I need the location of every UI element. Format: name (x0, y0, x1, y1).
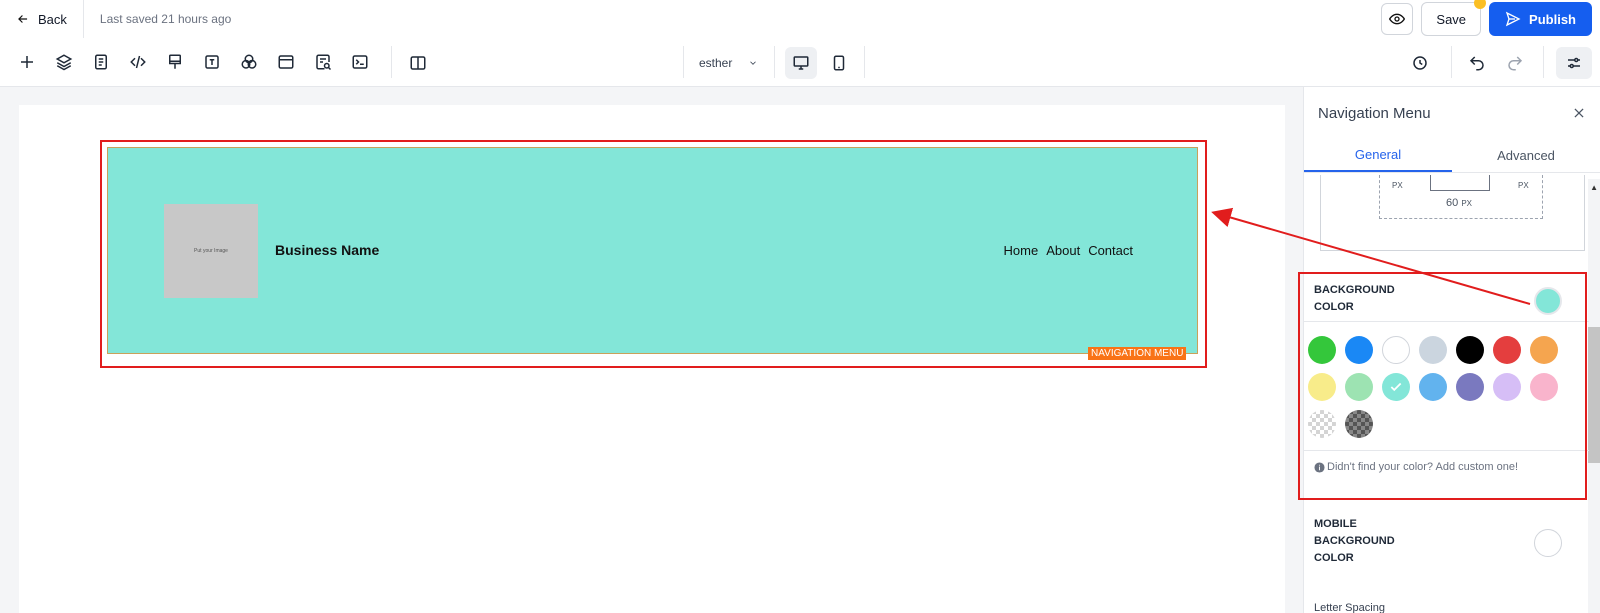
background-color-highlight-annotation (1298, 272, 1587, 500)
undo-button[interactable] (1461, 47, 1493, 79)
scroll-up-icon[interactable]: ▲ (1590, 183, 1598, 192)
close-icon[interactable] (1572, 106, 1586, 120)
last-saved-text: Last saved 21 hours ago (99, 12, 232, 26)
page-selector-value: esther (699, 55, 733, 70)
layers-icon (55, 54, 72, 71)
back-label: Back (38, 11, 67, 27)
split-view-button[interactable] (402, 47, 434, 79)
history-button[interactable] (1404, 47, 1436, 79)
tab-advanced[interactable]: Advanced (1452, 139, 1600, 172)
section-button[interactable] (267, 38, 304, 87)
brush-icon (168, 54, 181, 69)
padding-bottom-value[interactable]: 60 PX (1446, 197, 1472, 209)
publish-button[interactable]: Publish (1489, 2, 1592, 36)
eye-icon (1389, 13, 1406, 25)
history-icon (1413, 56, 1427, 70)
seo-button[interactable] (304, 38, 341, 87)
editor-toolbar: esther (0, 38, 1600, 87)
panel-title: Navigation Menu (1318, 104, 1431, 122)
styles-button[interactable] (156, 38, 193, 87)
page-selector[interactable]: esther (699, 38, 758, 87)
panel-tabs: General Advanced (1304, 139, 1600, 173)
undo-icon (1469, 56, 1484, 71)
letter-spacing-label: Letter Spacing (1314, 602, 1385, 613)
pages-button[interactable] (82, 38, 119, 87)
split-view-icon (410, 56, 426, 70)
page-icon (94, 54, 107, 70)
save-label: Save (1436, 11, 1467, 27)
add-element-button[interactable] (8, 38, 45, 87)
back-button[interactable]: Back (0, 0, 83, 38)
page-search-icon (315, 54, 331, 71)
unsaved-indicator (1474, 0, 1487, 9)
divider (864, 46, 865, 78)
terminal-button[interactable] (341, 38, 378, 87)
panel-header: Navigation Menu (1304, 87, 1600, 139)
code-icon (129, 55, 146, 69)
shapes-button[interactable] (230, 38, 267, 87)
terminal-icon (352, 55, 367, 69)
mobile-background-color-preview[interactable] (1534, 529, 1562, 557)
divider (1543, 46, 1544, 78)
publish-label: Publish (1529, 11, 1576, 27)
divider (683, 46, 684, 78)
text-icon (204, 55, 219, 69)
layers-button[interactable] (45, 38, 82, 87)
padding-box: PX PX 60 PX (1379, 175, 1543, 219)
preview-button[interactable] (1381, 3, 1414, 35)
content-box (1430, 175, 1490, 191)
mobile-view-button[interactable] (823, 47, 855, 79)
mobile-icon (833, 55, 845, 71)
arrow-left-icon (18, 15, 28, 23)
top-bar: Back Last saved 21 hours ago Save Publis… (0, 0, 1600, 38)
shapes-icon (241, 54, 256, 69)
spacing-editor: PX PX 60 PX (1320, 175, 1585, 251)
sliders-icon (1568, 57, 1580, 69)
padding-right-unit: PX (1518, 181, 1529, 190)
padding-bottom-unit: PX (1461, 199, 1472, 208)
desktop-icon (793, 56, 809, 70)
divider (391, 46, 392, 78)
mobile-bg-label-line3: COLOR (1314, 552, 1354, 564)
mobile-bg-label-line2: BACKGROUND (1314, 535, 1395, 547)
padding-bottom-number: 60 (1446, 197, 1459, 209)
code-button[interactable] (119, 38, 156, 87)
settings-panel-button[interactable] (1556, 47, 1592, 79)
divider (774, 46, 775, 78)
chevron-down-icon (750, 60, 757, 65)
redo-button[interactable] (1499, 47, 1531, 79)
tab-general[interactable]: General (1304, 139, 1452, 172)
nav-highlight-annotation (100, 140, 1207, 368)
text-button[interactable] (193, 38, 230, 87)
save-button[interactable]: Save (1421, 0, 1487, 36)
mobile-bg-label-line1: MOBILE (1314, 518, 1357, 530)
padding-left-unit: PX (1392, 181, 1403, 190)
scrollbar-thumb[interactable] (1588, 327, 1600, 463)
send-icon (1505, 11, 1521, 27)
redo-icon (1508, 56, 1523, 71)
divider (1451, 46, 1452, 78)
browser-icon (278, 55, 293, 69)
desktop-view-button[interactable] (785, 47, 817, 79)
plus-icon (20, 56, 33, 68)
